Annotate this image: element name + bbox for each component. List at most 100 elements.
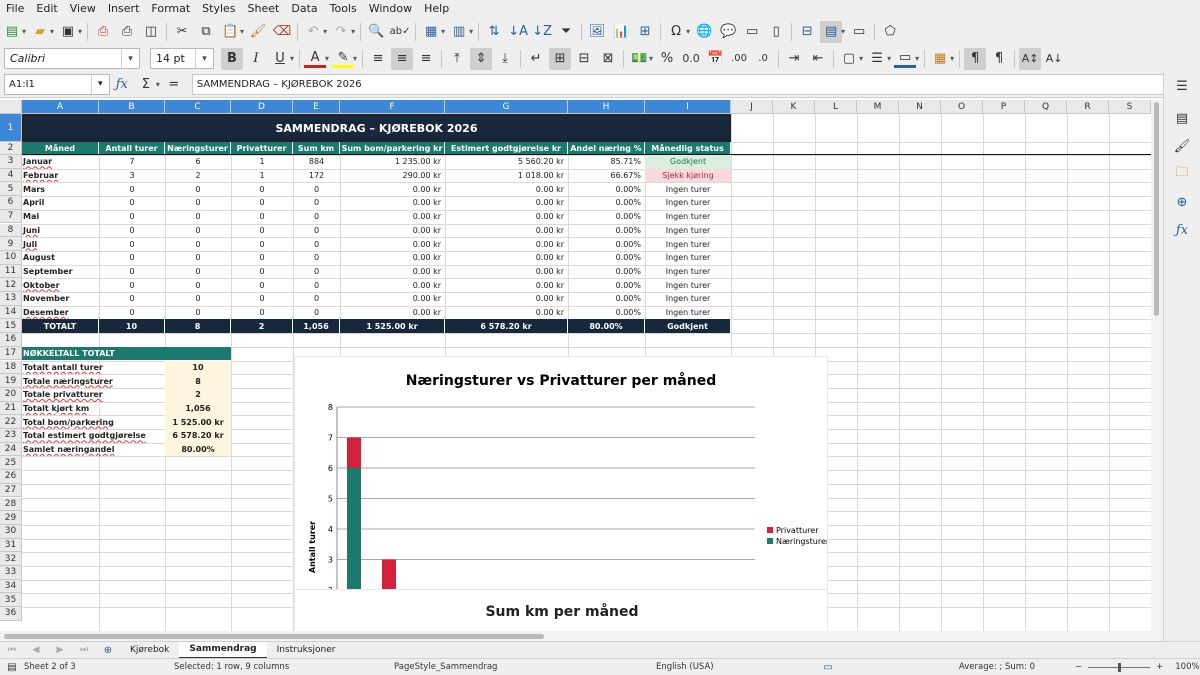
month-cell[interactable]: Oktober [22, 278, 99, 292]
value-cell[interactable]: 0 [231, 265, 293, 279]
wrap-text-icon[interactable]: ↵ [525, 48, 547, 70]
row-header[interactable]: 13 [0, 292, 22, 306]
bold-icon[interactable]: B [221, 47, 243, 70]
menu-item[interactable]: File [0, 2, 30, 15]
split-window-icon[interactable]: ▤ [820, 20, 843, 43]
value-cell[interactable]: 0.00 kr [340, 224, 445, 238]
value-cell[interactable]: 0 [99, 210, 165, 224]
decrease-indent-icon[interactable]: ⇤ [807, 48, 829, 70]
menu-item[interactable]: Insert [102, 2, 146, 15]
total-cell[interactable]: 10 [99, 319, 165, 334]
month-cell[interactable]: Februar [22, 169, 99, 183]
status-badge[interactable]: Ingen turer [645, 182, 731, 196]
value-cell[interactable]: 0 [293, 196, 340, 210]
font-color-icon[interactable]: A [304, 50, 327, 68]
menu-item[interactable]: View [64, 2, 102, 15]
key-figure-value[interactable]: 1 525.00 kr [165, 415, 231, 429]
status-badge[interactable]: Ingen turer [645, 237, 731, 251]
row-header[interactable]: 25 [0, 456, 22, 471]
column-header[interactable]: C [165, 100, 231, 114]
row-header[interactable]: 33 [0, 566, 22, 580]
value-cell[interactable]: 0 [231, 278, 293, 292]
increase-indent-icon[interactable]: ⇥ [783, 48, 805, 70]
freeze-rows-columns-icon[interactable]: ⊟ [796, 21, 818, 43]
currency-format-icon[interactable]: 💵 [628, 48, 650, 70]
export-pdf-icon[interactable]: ⎙ [92, 21, 114, 43]
row-header[interactable]: 6 [0, 196, 22, 210]
row-header[interactable]: 12 [0, 278, 22, 292]
value-cell[interactable]: 0 [165, 210, 231, 224]
function-wizard-icon[interactable]: ƒx [111, 73, 133, 95]
month-cell[interactable]: April [22, 196, 99, 210]
value-cell[interactable]: 0 [293, 224, 340, 238]
value-cell[interactable]: 0 [99, 278, 165, 292]
value-cell[interactable]: 0.00% [568, 265, 645, 279]
clear-formatting-icon[interactable]: ⌫ [271, 21, 293, 43]
month-cell[interactable]: September [22, 265, 99, 279]
value-cell[interactable]: 3 [99, 169, 165, 183]
row-header[interactable]: 28 [0, 497, 22, 512]
row-header[interactable]: 15 [0, 319, 22, 334]
status-badge[interactable]: Ingen turer [645, 210, 731, 224]
stacked-bar-chart[interactable]: Næringsturer vs Privatturer per måned234… [294, 356, 828, 590]
row-header[interactable]: 9 [0, 237, 22, 251]
column-header[interactable]: Q [1025, 100, 1067, 114]
value-cell[interactable]: 0 [231, 210, 293, 224]
value-cell[interactable]: 0 [99, 306, 165, 320]
borders-icon[interactable]: ▢ [838, 48, 860, 70]
menu-item[interactable]: Data [285, 2, 323, 15]
total-cell[interactable]: 8 [165, 319, 231, 334]
column-header[interactable]: F [340, 100, 445, 114]
column-header[interactable]: P [983, 100, 1025, 114]
total-cell[interactable]: 2 [231, 319, 293, 334]
vertical-scrollbar[interactable] [1151, 100, 1163, 631]
key-figure-label[interactable]: Totale privatturer [22, 388, 165, 402]
total-cell[interactable]: 80.00% [568, 319, 645, 334]
italic-icon[interactable]: I [245, 48, 267, 70]
value-cell[interactable]: 172 [293, 169, 340, 183]
month-cell[interactable]: Mai [22, 210, 99, 224]
value-cell[interactable]: 0 [165, 224, 231, 238]
value-cell[interactable]: 7 [99, 155, 165, 169]
select-all-corner[interactable] [0, 100, 22, 114]
font-name-box[interactable]: Calibri ▾ [4, 48, 140, 69]
paste-icon[interactable]: 📋 [219, 21, 241, 43]
spelling-icon[interactable]: ab✓ [389, 21, 411, 43]
value-cell[interactable]: 6 [165, 155, 231, 169]
row-header[interactable]: 34 [0, 579, 22, 594]
add-decimal-icon[interactable]: .00 [728, 48, 750, 70]
value-cell[interactable]: 0 [165, 237, 231, 251]
value-cell[interactable]: 0 [165, 265, 231, 279]
value-cell[interactable]: 0 [165, 182, 231, 196]
navigator-icon[interactable]: ⊕ [1171, 191, 1193, 213]
row-header[interactable]: 3 [0, 155, 22, 169]
status-badge[interactable]: Ingen turer [645, 306, 731, 320]
value-cell[interactable]: 0 [293, 182, 340, 196]
row-header[interactable]: 19 [0, 374, 22, 388]
align-bottom-icon[interactable]: ⤓ [494, 48, 516, 70]
column-header[interactable]: R [1067, 100, 1109, 114]
status-badge[interactable]: Ingen turer [645, 251, 731, 265]
row-header[interactable]: 21 [0, 401, 22, 416]
value-cell[interactable]: 1 [231, 169, 293, 183]
sort-descending-icon[interactable]: ↓Z [531, 21, 553, 43]
insert-chart-icon[interactable]: 📊 [610, 21, 632, 43]
value-cell[interactable]: 0 [165, 292, 231, 306]
value-cell[interactable]: 0.00 kr [340, 265, 445, 279]
month-cell[interactable]: November [22, 292, 99, 306]
define-print-area-icon[interactable]: ▯ [765, 21, 787, 43]
menu-item[interactable]: Styles [196, 2, 241, 15]
key-figure-label[interactable]: Total estimert godtgjørelse [22, 429, 165, 443]
cut-icon[interactable]: ✂ [171, 21, 193, 43]
total-cell[interactable]: 1,056 [293, 319, 340, 334]
selection-mode-icon[interactable]: ▭ [817, 656, 839, 675]
value-cell[interactable]: 1 018.00 kr [445, 169, 568, 183]
value-cell[interactable]: 0.00 kr [445, 292, 568, 306]
row-header[interactable]: 35 [0, 593, 22, 608]
value-cell[interactable]: 0 [293, 306, 340, 320]
open-folder-icon[interactable]: ▰ [29, 21, 51, 43]
value-cell[interactable]: 0 [99, 251, 165, 265]
value-cell[interactable]: 2 [165, 169, 231, 183]
value-cell[interactable]: 0.00 kr [340, 278, 445, 292]
km-chart[interactable]: Sum km per måned [294, 590, 828, 631]
